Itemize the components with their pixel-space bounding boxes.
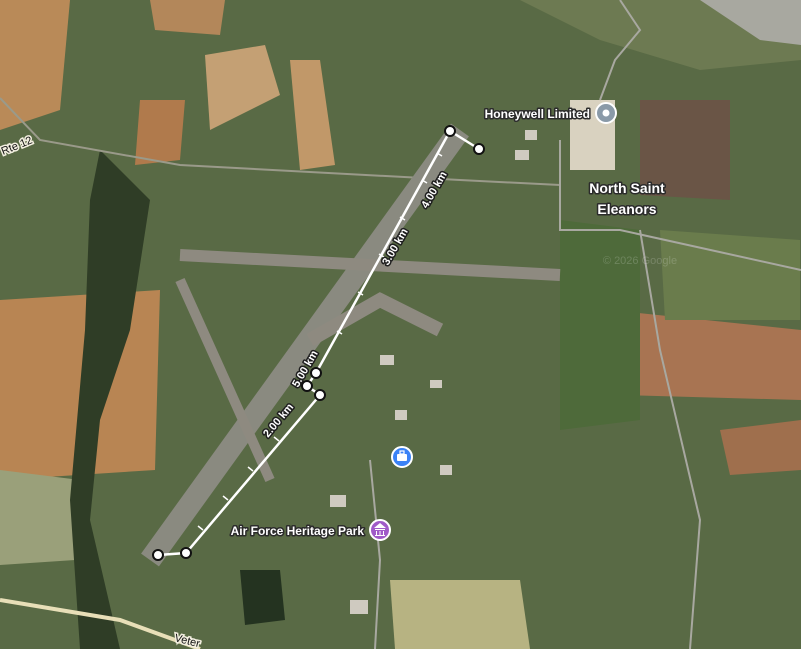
- place-label-line1: North Saint: [589, 180, 665, 196]
- measure-handle[interactable]: [301, 380, 313, 392]
- measure-handle[interactable]: [473, 143, 485, 155]
- measure-handle[interactable]: [310, 367, 322, 379]
- measure-handle[interactable]: [180, 547, 192, 559]
- place-label-line2: Eleanors: [597, 201, 656, 217]
- measure-handle[interactable]: [444, 125, 456, 137]
- poi-label: Honeywell Limited: [485, 107, 590, 121]
- satellite-map[interactable]: 2.00 km 3.00 km 4.00 km 5.00 km Honeywel…: [0, 0, 801, 649]
- measure-handle[interactable]: [314, 389, 326, 401]
- measure-handle[interactable]: [152, 549, 164, 561]
- map-canvas[interactable]: 2.00 km 3.00 km 4.00 km 5.00 km Honeywel…: [0, 0, 801, 649]
- poi-briefcase[interactable]: [391, 446, 413, 468]
- poi-label: Air Force Heritage Park: [231, 524, 365, 538]
- map-watermark: © 2026 Google: [603, 255, 677, 267]
- terrain-layer: [0, 0, 801, 649]
